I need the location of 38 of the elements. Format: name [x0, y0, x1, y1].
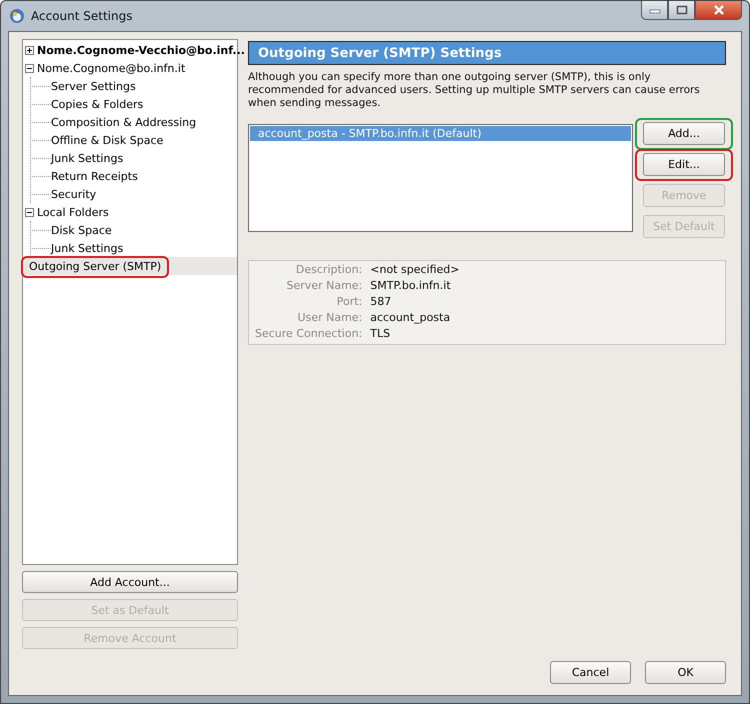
maximize-button[interactable] — [668, 1, 695, 20]
button[interactable]: Add... — [643, 122, 725, 145]
field-value: 587 — [370, 294, 392, 310]
collapse-icon[interactable] — [25, 208, 34, 216]
tree-item[interactable]: Return Receipts — [51, 170, 138, 182]
tree-item[interactable]: Local Folders — [37, 206, 109, 218]
tree-item[interactable]: Copies & Folders — [51, 98, 144, 110]
button[interactable]: Edit... — [643, 153, 725, 176]
expand-icon[interactable] — [25, 46, 34, 54]
close-icon — [712, 5, 724, 15]
minimize-button[interactable] — [641, 1, 668, 20]
field-value: account_posta — [370, 310, 452, 326]
button[interactable]: Cancel — [550, 661, 631, 684]
collapse-icon[interactable] — [25, 64, 34, 72]
tree-item[interactable]: Offline & Disk Space — [51, 134, 164, 146]
field-label: Description: — [294, 262, 362, 278]
close-button[interactable] — [695, 1, 742, 20]
field-value: <not specified> — [370, 262, 460, 278]
tree-item[interactable]: Junk Settings — [51, 152, 124, 164]
description-text: Although you can specify more than one outgoing server (SMTP), this is only recommended for advanced users. Setting up multiple SMTP servers can cause errors when sending messages. — [248, 71, 701, 110]
tree-item[interactable]: Disk Space — [51, 224, 112, 236]
field-label: User Name: — [296, 310, 362, 326]
tree-item[interactable]: Nome.Cognome@bo.infn.it — [37, 62, 186, 74]
field-label: Secure Connection: — [255, 326, 362, 342]
maximize-icon — [676, 5, 688, 15]
button[interactable]: OK — [645, 661, 726, 684]
window-title: Account Settings — [31, 9, 134, 23]
tree-item[interactable]: Nome.Cognome-Vecchio@bo.inf... — [37, 44, 245, 56]
field-label: Server Name: — [286, 278, 362, 294]
field-value: SMTP.bo.infn.it — [370, 278, 452, 294]
tree-item[interactable]: Junk Settings — [51, 242, 124, 254]
tree-item[interactable]: Security — [51, 188, 96, 200]
button[interactable]: Add Account... — [22, 571, 238, 593]
field-label: Port: — [336, 294, 362, 310]
field-value: TLS — [370, 326, 392, 342]
panel-header: Outgoing Server (SMTP) Settings — [248, 41, 726, 65]
tree-item[interactable]: Server Settings — [51, 80, 136, 92]
tree-item[interactable]: Composition & Addressing — [51, 116, 196, 128]
